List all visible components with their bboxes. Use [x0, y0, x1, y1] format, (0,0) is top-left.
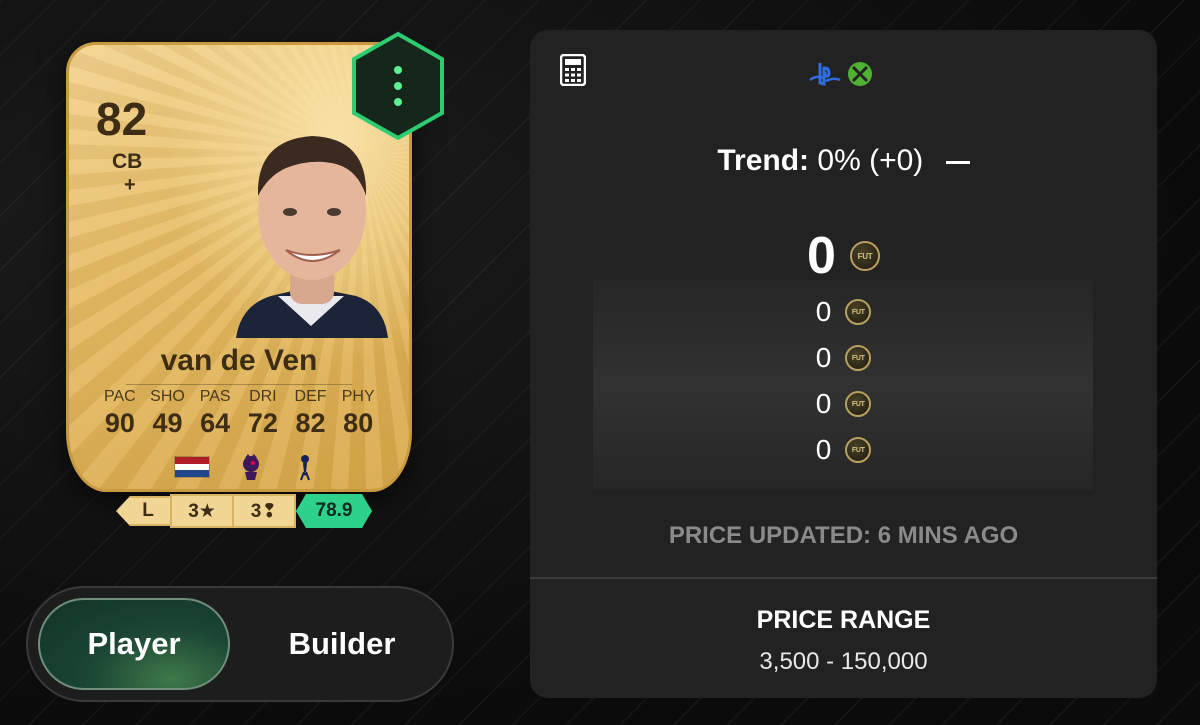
stat-value-pac: 90: [104, 408, 135, 438]
price-value: 0: [815, 296, 832, 327]
stat-value-phy: 80: [343, 408, 374, 438]
stat-label-pac: PAC: [103, 388, 136, 405]
card-plus-indicator: +: [124, 174, 136, 196]
calculator-icon[interactable]: [560, 54, 586, 86]
stat-value-pas: 64: [200, 408, 231, 438]
price-row: 0 FUT: [530, 342, 1157, 374]
platform-icons: [808, 60, 874, 88]
price-row: 0 FUT: [530, 296, 1157, 328]
stat-value-def: 82: [295, 408, 326, 438]
lowest-price-value: 0: [807, 227, 836, 285]
stat-label-dri: DRI: [249, 388, 277, 405]
stat-values: 90 49 64 72 82 80: [96, 408, 382, 439]
player-score-chip: 78.9: [296, 494, 372, 528]
trend-value: 0% (+0): [817, 144, 924, 177]
panel-divider: [530, 577, 1157, 579]
player-attributes: L 3★ 3❢ 78.9: [116, 494, 370, 528]
preferred-foot-chip: L: [116, 496, 172, 526]
skill-moves-chip: 3★: [170, 494, 234, 528]
stat-value-sho: 49: [152, 408, 183, 438]
lowest-price: 0 FUT: [530, 226, 1157, 286]
premier-league-icon: [243, 454, 259, 480]
coin-icon: FUT: [849, 241, 880, 271]
price-value: 0: [815, 434, 832, 465]
card-position: CB: [112, 150, 143, 173]
trend-neutral-icon: [945, 160, 970, 164]
price-value: 0: [815, 342, 832, 373]
price-value: 0: [815, 388, 832, 419]
stat-labels: PAC SHO PAS DRI DEF PHY: [96, 388, 382, 406]
card-divider: [126, 384, 352, 385]
builder-tab[interactable]: Builder: [242, 598, 442, 690]
stat-label-pas: PAS: [199, 388, 231, 405]
playstation-icon[interactable]: [808, 61, 842, 87]
coin-icon: FUT: [845, 299, 872, 325]
price-row: 0 FUT: [530, 434, 1157, 466]
stat-label-phy: PHY: [341, 388, 375, 405]
stat-label-def: DEF: [294, 388, 327, 405]
coin-icon: FUT: [845, 437, 872, 463]
tottenham-icon: [300, 455, 310, 481]
player-tab[interactable]: Player: [38, 598, 230, 690]
coin-icon: FUT: [845, 391, 872, 417]
xbox-icon[interactable]: [846, 60, 874, 88]
player-name: van de Ven: [160, 344, 318, 377]
more-vertical-icon[interactable]: [348, 30, 448, 142]
view-toggle: Player Builder: [26, 586, 454, 702]
netherlands-flag-icon: [174, 456, 210, 478]
price-row: 0 FUT: [530, 388, 1157, 420]
card-rating: 82: [96, 93, 148, 145]
card-badges: [174, 452, 318, 482]
price-panel: Trend: 0% (+0) 0 FUT 0 FUT 0 FUT 0 FUT 0…: [530, 30, 1157, 698]
price-range-title: PRICE RANGE: [756, 606, 931, 634]
coin-icon: FUT: [845, 345, 872, 371]
trend-label: Trend:: [717, 144, 810, 177]
price-range-value: 3,500 - 150,000: [759, 648, 928, 675]
price-updated-text: PRICE UPDATED: 6 MINS AGO: [668, 522, 1019, 549]
weak-foot-chip: 3❢: [232, 494, 296, 528]
stat-label-sho: SHO: [150, 388, 185, 405]
stat-value-dri: 72: [247, 408, 278, 438]
trend-line: Trend: 0% (+0): [530, 144, 1157, 178]
